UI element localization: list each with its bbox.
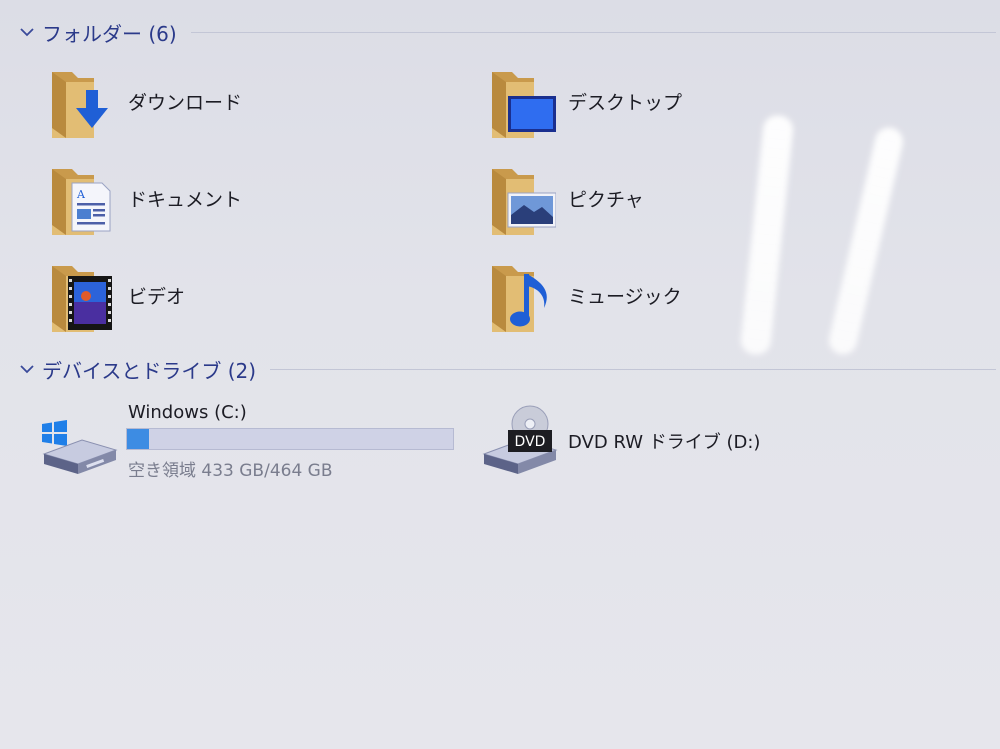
group-header-folders[interactable]: フォルダー (6) xyxy=(18,18,1000,46)
pictures-folder-icon xyxy=(492,169,556,235)
folder-pictures[interactable]: ピクチャ xyxy=(490,165,790,245)
svg-text:A: A xyxy=(76,188,86,201)
documents-folder-icon: A xyxy=(52,169,111,235)
dvd-badge: DVD xyxy=(515,434,546,450)
downloads-folder-icon xyxy=(52,72,108,138)
folder-videos[interactable]: ビデオ xyxy=(50,262,350,342)
desktop-folder-icon xyxy=(492,72,556,138)
drive-usage-bar xyxy=(126,428,454,450)
group-title-folders: フォルダー (6) xyxy=(42,21,177,46)
music-folder-icon xyxy=(492,266,547,332)
drive-usage-fill xyxy=(127,429,149,449)
chevron-down-icon xyxy=(20,28,34,37)
group-divider xyxy=(190,31,996,33)
drive-name: DVD RW ドライブ (D:) xyxy=(568,432,761,453)
windows-drive-icon xyxy=(42,420,118,474)
folder-documents[interactable]: A ドキュメント xyxy=(50,165,350,245)
folder-downloads[interactable]: ダウンロード xyxy=(50,68,350,148)
group-header-devices[interactable]: デバイスとドライブ (2) xyxy=(18,355,1000,383)
folder-label: ドキュメント xyxy=(128,189,243,211)
folder-label: ダウンロード xyxy=(128,92,243,114)
folder-label: ビデオ xyxy=(128,286,186,308)
drive-d[interactable]: DVD DVD RW ドライブ (D:) xyxy=(480,402,800,482)
folder-desktop[interactable]: デスクトップ xyxy=(490,68,790,148)
folder-label: デスクトップ xyxy=(568,92,683,114)
folder-label: ミュージック xyxy=(568,286,682,308)
drive-name: Windows (C:) xyxy=(128,402,247,423)
folder-label: ピクチャ xyxy=(568,189,644,211)
drive-free-space: 空き領域 433 GB/464 GB xyxy=(128,461,333,481)
videos-folder-icon xyxy=(52,266,112,332)
group-divider xyxy=(270,368,996,370)
drive-c[interactable]: Windows (C:) 空き領域 433 GB/464 GB xyxy=(40,402,460,482)
dvd-drive-icon: DVD xyxy=(482,405,558,474)
group-title-devices: デバイスとドライブ (2) xyxy=(42,358,257,383)
chevron-down-icon xyxy=(20,365,34,374)
screen-glare xyxy=(826,124,906,358)
